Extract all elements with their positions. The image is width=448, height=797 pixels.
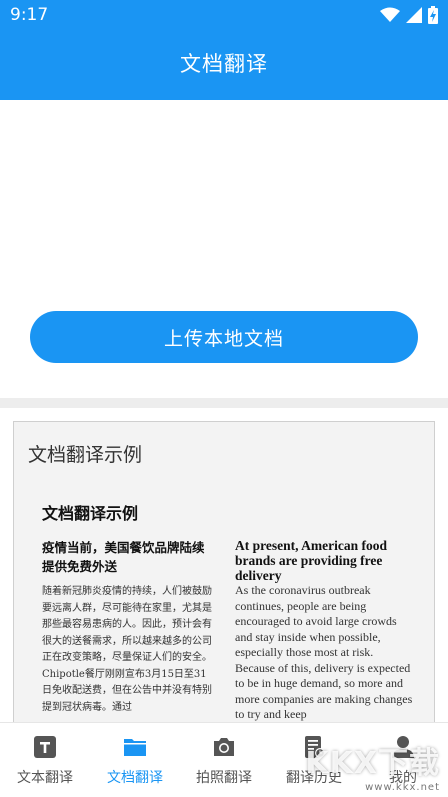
example-zh-body: 随着新冠肺炎疫情的持续，人们被鼓励要远离人群，尽可能待在家里，尤其是那些最容易患… [42, 586, 212, 713]
folder-icon [124, 739, 146, 756]
tab-photo-translation[interactable]: 拍照翻译 [179, 723, 269, 797]
watermark-text: KKX下载 [305, 746, 440, 781]
example-doc-heading: 文档翻译示例 [42, 504, 139, 523]
example-zh-headline: 疫情当前，美国餐饮品牌陆续提供免费外送 [42, 540, 205, 574]
tab-document-translation[interactable]: 文档翻译 [90, 723, 180, 797]
tab-label: 文本翻译 [17, 770, 73, 786]
example-chinese-column: 疫情当前，美国餐饮品牌陆续提供免费外送 随着新冠肺炎疫情的持续，人们被鼓励要远离… [42, 538, 212, 716]
page-title: 文档翻译 [180, 52, 268, 76]
example-english-column: At present, American food brands are pro… [235, 538, 415, 723]
watermark-url: www.kkx.net [365, 782, 440, 793]
example-card-title: 文档翻译示例 [28, 444, 143, 466]
signal-icon [406, 7, 422, 23]
tab-label: 文档翻译 [107, 770, 163, 786]
wifi-icon [380, 7, 400, 22]
text-icon [34, 736, 56, 758]
app-header: 9:17 文档翻译 [0, 0, 448, 100]
example-en-headline: At present, American food brands are pro… [235, 538, 387, 583]
status-time: 9:17 [10, 5, 49, 25]
upload-area: 上传本地文档 [0, 100, 448, 398]
upload-local-document-button[interactable]: 上传本地文档 [30, 311, 418, 363]
example-en-body: As the coronavirus outbreak continues, p… [235, 583, 413, 721]
bottom-tab-bar: 文本翻译 文档翻译 拍照翻译 翻译历史 我的 KKX下载 www.kkx.net [0, 722, 448, 797]
tab-text-translation[interactable]: 文本翻译 [0, 723, 90, 797]
battery-icon [428, 6, 438, 24]
camera-icon [214, 738, 234, 756]
status-icons [380, 6, 438, 24]
translation-example-card: 文档翻译示例 文档翻译示例 疫情当前，美国餐饮品牌陆续提供免费外送 随着新冠肺炎… [13, 421, 435, 743]
watermark-logo: KKX下载 www.kkx.net [305, 738, 440, 793]
section-divider [0, 398, 448, 408]
tab-label: 拍照翻译 [196, 770, 252, 786]
